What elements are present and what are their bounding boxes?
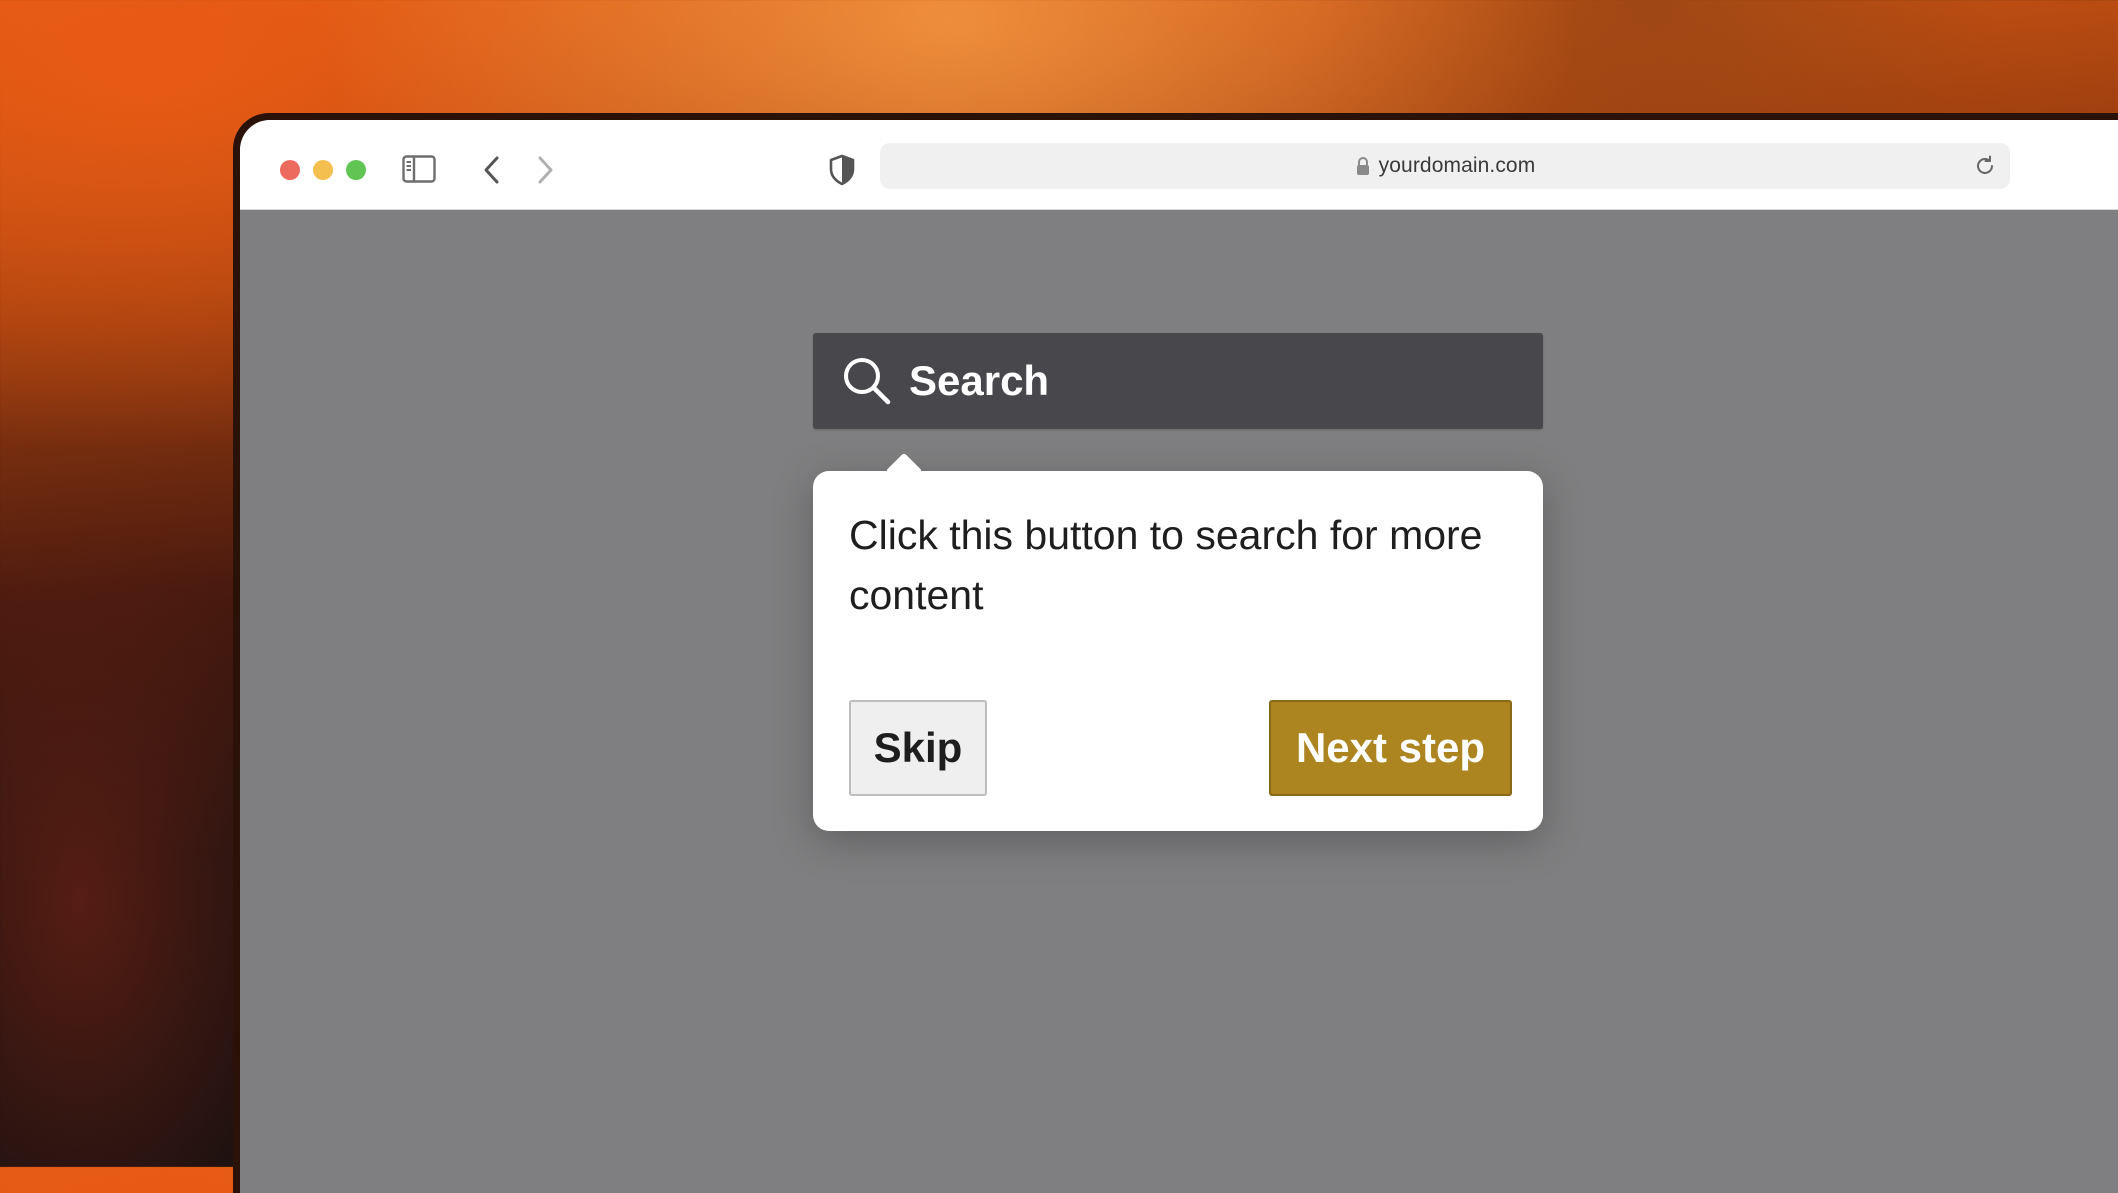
shield-icon[interactable] [828,154,856,186]
tour-popover: Click this button to search for more con… [813,452,1543,831]
browser-toolbar: yourdomain.com [240,120,2118,210]
sidebar-icon[interactable] [402,155,436,183]
chevron-left-icon[interactable] [480,155,504,185]
popover-arrow [885,452,923,490]
search-button[interactable]: Search [813,333,1543,429]
reload-icon[interactable] [1974,155,1996,177]
search-button-label: Search [909,357,1050,404]
zoom-window-button[interactable] [346,160,366,180]
skip-button[interactable]: Skip [849,700,987,796]
chevron-right-icon[interactable] [533,155,557,185]
popover-message: Click this button to search for more con… [849,512,1483,618]
browser-viewport: yourdomain.com Search Click this button … [240,120,2118,1193]
close-window-button[interactable] [280,160,300,180]
lock-icon [1355,156,1371,176]
browser-window: yourdomain.com Search Click this button … [233,113,2118,1193]
minimize-window-button[interactable] [313,160,333,180]
search-icon [841,355,893,407]
next-step-button[interactable]: Next step [1269,700,1512,796]
url-text: yourdomain.com [1378,154,1536,177]
address-bar[interactable]: yourdomain.com [880,143,2010,189]
